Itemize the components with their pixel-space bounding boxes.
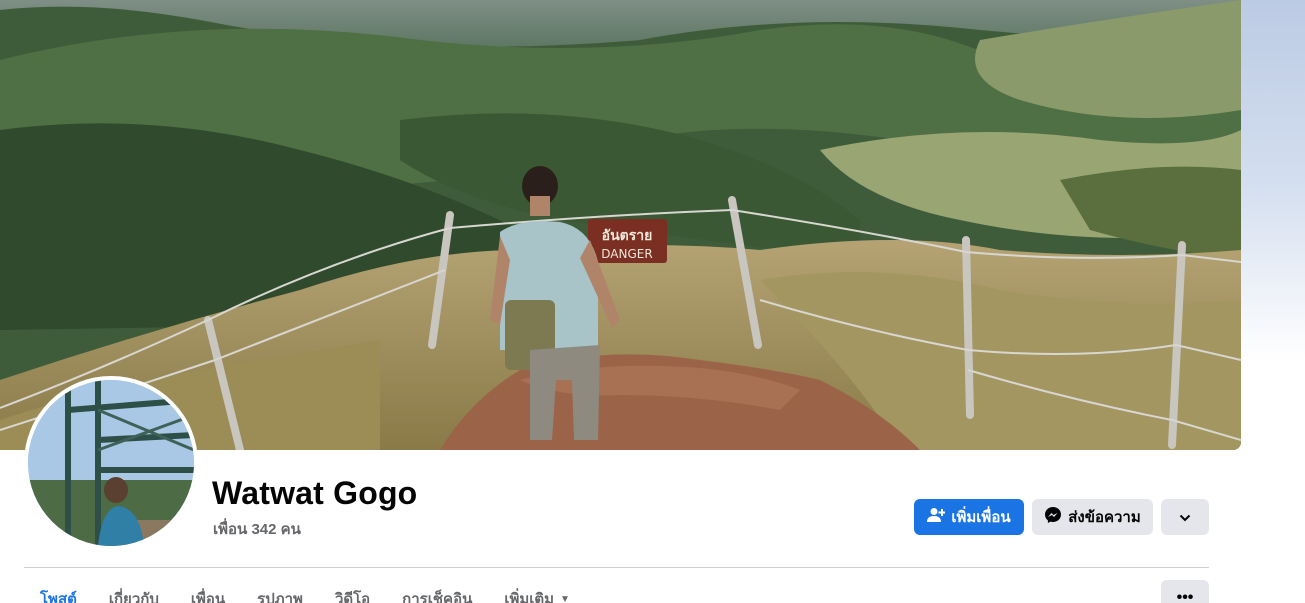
cover-sign-thai: อันตราย xyxy=(602,228,653,244)
cover-photo[interactable]: อันตราย DANGER xyxy=(0,0,1241,450)
person-plus-icon xyxy=(927,507,951,527)
friends-count[interactable]: เพื่อน 342 คน xyxy=(213,517,301,541)
profile-page: อันตราย DANGER Watwat Gogo เพื่อน 342 คน… xyxy=(0,0,1305,603)
tab-about[interactable]: เกี่ยวกับ xyxy=(93,580,175,603)
profile-picture-frame[interactable] xyxy=(24,376,198,550)
more-actions-button[interactable] xyxy=(1161,499,1209,535)
overflow-menu-button[interactable]: ••• xyxy=(1161,580,1209,603)
tab-photos[interactable]: รูปภาพ xyxy=(241,580,319,603)
profile-tabs: โพสต์ เกี่ยวกับ เพื่อน รูปภาพ วิดีโอ การ… xyxy=(24,580,586,603)
tab-more-label: เพิ่มเติม xyxy=(504,591,555,603)
tab-videos[interactable]: วิดีโอ xyxy=(319,580,386,603)
tab-more[interactable]: เพิ่มเติม ▼ xyxy=(488,580,586,603)
cover-sign-english: DANGER xyxy=(601,247,652,261)
profile-name: Watwat Gogo xyxy=(212,475,418,511)
background-gradient xyxy=(1241,0,1305,603)
message-button[interactable]: ส่งข้อความ xyxy=(1032,499,1153,535)
header-divider xyxy=(24,567,1209,568)
add-friend-button[interactable]: เพิ่มเพื่อน xyxy=(914,499,1024,535)
messenger-icon xyxy=(1044,506,1068,528)
tab-posts[interactable]: โพสต์ xyxy=(24,580,93,603)
message-label: ส่งข้อความ xyxy=(1068,509,1141,526)
chevron-down-icon xyxy=(1179,509,1191,526)
tab-friends[interactable]: เพื่อน xyxy=(175,580,241,603)
ellipsis-icon: ••• xyxy=(1176,589,1194,603)
caret-down-icon: ▼ xyxy=(560,594,570,603)
tab-checkins[interactable]: การเช็คอิน xyxy=(386,580,488,603)
add-friend-label: เพิ่มเพื่อน xyxy=(951,509,1011,526)
avatar[interactable] xyxy=(28,380,194,546)
